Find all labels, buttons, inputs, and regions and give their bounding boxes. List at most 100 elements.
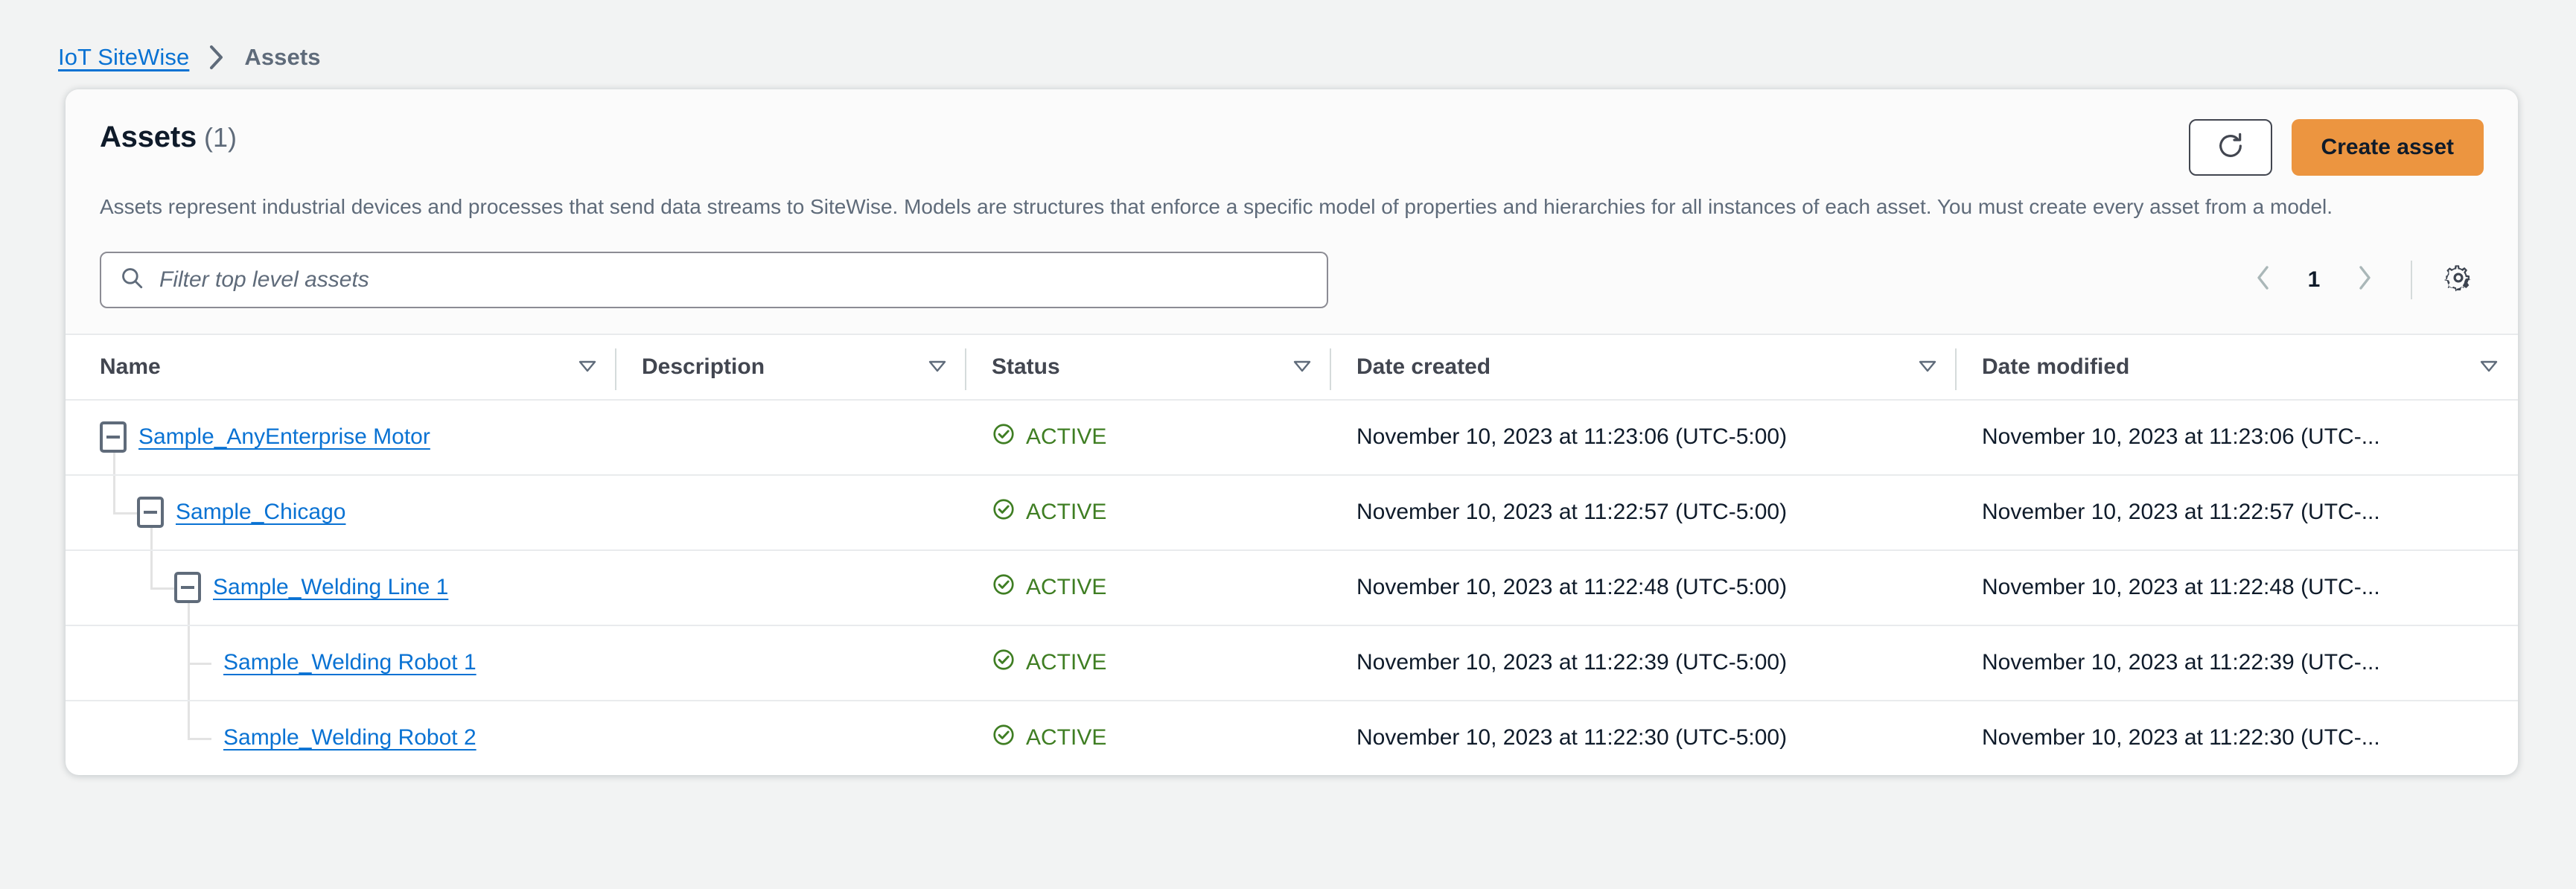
tree-line xyxy=(188,603,190,625)
table-row: Sample_Welding Robot 1 ACTIVE November 10,… xyxy=(66,625,2518,701)
column-divider xyxy=(1330,348,1331,390)
column-header-date-modified[interactable]: Date modified xyxy=(1957,333,2518,401)
cell-date-created: November 10, 2023 at 11:22:48 (UTC-5:00) xyxy=(1331,549,1957,626)
cell-status: ACTIVE xyxy=(966,625,1331,701)
cell-status: ACTIVE xyxy=(966,474,1331,551)
table-row: Sample_Welding Line 1 ACTIVE November 10, … xyxy=(66,549,2518,626)
tree-indent xyxy=(100,550,174,625)
tree-line xyxy=(113,475,115,513)
sort-triangle-icon[interactable] xyxy=(1918,354,1937,380)
panel-header: Assets (1) Create asset Assets represent … xyxy=(66,89,2518,222)
cell-name: Sample_Chicago xyxy=(66,474,616,551)
cell-date-created: November 10, 2023 at 11:22:39 (UTC-5:00) xyxy=(1331,625,1957,701)
status-badge: ACTIVE xyxy=(1026,424,1107,450)
cell-name: Sample_AnyEnterprise Motor xyxy=(66,399,616,476)
collapse-toggle-icon[interactable] xyxy=(137,497,164,529)
table-preferences-button[interactable] xyxy=(2433,255,2484,305)
collapse-toggle-icon[interactable] xyxy=(100,421,127,453)
check-circle-icon xyxy=(992,723,1016,753)
column-header-date-created-label: Date created xyxy=(1356,354,1491,379)
cell-description xyxy=(616,474,966,551)
asset-link[interactable]: Sample_Welding Line 1 xyxy=(213,575,448,600)
sort-triangle-icon[interactable] xyxy=(578,354,597,380)
pagination-page-1[interactable]: 1 xyxy=(2293,267,2335,293)
column-header-status-label: Status xyxy=(992,354,1060,379)
cell-date-created: November 10, 2023 at 11:22:57 (UTC-5:00) xyxy=(1331,474,1957,551)
toggle-bar xyxy=(106,436,120,439)
asset-link[interactable]: Sample_Chicago xyxy=(176,500,345,525)
sort-triangle-icon[interactable] xyxy=(1292,354,1312,380)
asset-link[interactable]: Sample_AnyEnterprise Motor xyxy=(138,424,430,450)
column-header-name[interactable]: Name xyxy=(66,333,616,401)
assets-panel: Assets (1) Create asset Assets represent … xyxy=(66,89,2518,775)
chevron-right-icon xyxy=(208,45,225,70)
check-circle-icon xyxy=(992,422,1016,452)
cell-status: ACTIVE xyxy=(966,701,1331,775)
check-circle-icon xyxy=(992,573,1016,602)
check-circle-icon xyxy=(992,497,1016,527)
tree-line xyxy=(113,512,137,515)
cell-date-modified: November 10, 2023 at 11:22:39 (UTC-... xyxy=(1957,625,2518,701)
asset-count: (1) xyxy=(204,122,237,153)
panel-description: Assets represent industrial devices and … xyxy=(100,195,2333,218)
panel-title-block: Assets (1) xyxy=(100,118,237,154)
tree-line xyxy=(188,625,190,700)
panel-actions: Create asset xyxy=(2188,118,2484,176)
table-row: Sample_Chicago ACTIVE November 10, 2023 at… xyxy=(66,474,2518,551)
gear-icon xyxy=(2443,263,2473,296)
sort-triangle-icon[interactable] xyxy=(928,354,947,380)
tree-line xyxy=(188,663,211,666)
collapse-toggle-icon[interactable] xyxy=(174,572,201,604)
filter-row: Filter top level assets 1 xyxy=(66,221,2518,334)
sort-triangle-icon[interactable] xyxy=(2479,354,2499,380)
search-input[interactable]: Filter top level assets xyxy=(100,251,1328,308)
breadcrumb-current-assets: Assets xyxy=(244,44,321,70)
status-badge: ACTIVE xyxy=(1026,725,1107,751)
table-header-row: Name Description Status Date created Dat… xyxy=(66,333,2518,401)
cell-date-modified: November 10, 2023 at 11:22:48 (UTC-... xyxy=(1957,549,2518,626)
cell-date-created: November 10, 2023 at 11:23:06 (UTC-5:00) xyxy=(1331,399,1957,476)
cell-name: Sample_Welding Robot 2 xyxy=(66,701,616,775)
status-badge: ACTIVE xyxy=(1026,500,1107,525)
toggle-bar xyxy=(144,511,157,514)
toggle-bar xyxy=(181,586,194,590)
pagination-next-button[interactable] xyxy=(2339,255,2390,305)
refresh-button[interactable] xyxy=(2188,119,2272,176)
column-divider xyxy=(615,348,616,390)
cell-date-modified: November 10, 2023 at 11:23:06 (UTC-... xyxy=(1957,399,2518,476)
cell-date-modified: November 10, 2023 at 11:22:57 (UTC-... xyxy=(1957,474,2518,551)
cell-description xyxy=(616,701,966,775)
column-header-date-modified-label: Date modified xyxy=(1982,354,2130,379)
cell-name: Sample_Welding Robot 1 xyxy=(66,625,616,701)
chevron-right-icon xyxy=(2355,265,2374,294)
breadcrumb-link-iot-sitewise[interactable]: IoT SiteWise xyxy=(58,44,189,71)
asset-link[interactable]: Sample_Welding Robot 2 xyxy=(223,725,476,751)
pagination-prev-button[interactable] xyxy=(2238,255,2289,305)
asset-link[interactable]: Sample_Welding Robot 1 xyxy=(223,650,476,675)
table-row: Sample_Welding Robot 2 ACTIVE November 10,… xyxy=(66,701,2518,775)
tree-indent xyxy=(100,475,137,549)
chevron-left-icon xyxy=(2254,265,2273,294)
column-header-name-label: Name xyxy=(100,354,161,379)
tree-line xyxy=(150,587,174,590)
column-divider xyxy=(965,348,966,390)
table-row: Sample_AnyEnterprise Motor ACTIVE November… xyxy=(66,399,2518,476)
cell-description xyxy=(616,399,966,476)
page-title: Assets xyxy=(100,121,197,153)
column-header-description[interactable]: Description xyxy=(616,333,966,401)
tree-indent xyxy=(100,625,211,700)
assets-table: Name Description Status Date created Dat… xyxy=(66,333,2518,775)
pagination: 1 xyxy=(2238,255,2484,305)
refresh-icon xyxy=(2216,131,2245,165)
status-badge: ACTIVE xyxy=(1026,575,1107,600)
tree-line xyxy=(150,528,153,549)
table-body: Sample_AnyEnterprise Motor ACTIVE November… xyxy=(66,399,2518,775)
create-asset-button[interactable]: Create asset xyxy=(2291,119,2484,176)
pagination-divider xyxy=(2411,260,2412,299)
cell-description xyxy=(616,549,966,626)
column-header-description-label: Description xyxy=(642,354,765,379)
column-header-date-created[interactable]: Date created xyxy=(1331,333,1957,401)
breadcrumb: IoT SiteWise Assets xyxy=(0,0,2576,82)
column-divider xyxy=(1955,348,1957,390)
column-header-status[interactable]: Status xyxy=(966,333,1331,401)
